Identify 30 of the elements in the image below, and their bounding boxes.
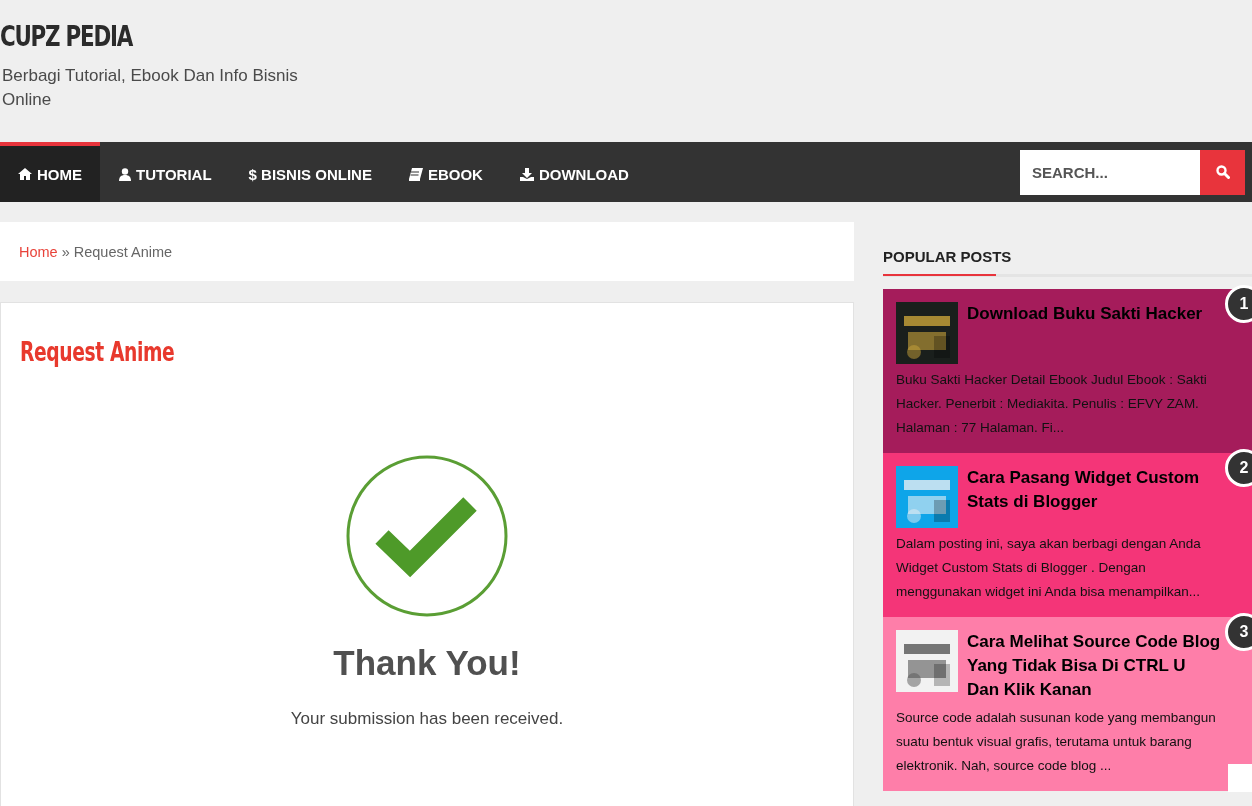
widget-title: POPULAR POSTS [883, 248, 1013, 267]
nav-link[interactable]: EBOOK [390, 142, 501, 202]
nav-link[interactable]: DOWNLOAD [501, 142, 647, 202]
nav-link[interactable]: $ BISNIS ONLINE [230, 142, 390, 202]
home-icon [18, 168, 32, 180]
search-field[interactable]: SEARCH... [1020, 149, 1200, 195]
rank-badge: 3 [1225, 613, 1252, 651]
site-tagline: Berbagi Tutorial, Ebook Dan Info Bisnis Online [2, 65, 299, 111]
rank-badge: 2 [1225, 449, 1252, 487]
rank-badge: 1 [1225, 285, 1252, 323]
post-excerpt: Dalam posting ini, saya akan berbagi dengan Anda Widget Custom Stats di Blogger . Dengan menggunakan widget ini Anda bisa menampilkan... [896, 535, 1202, 601]
page-title: Request Anime [20, 337, 175, 367]
checkmark-icon [346, 455, 508, 617]
download-icon [519, 167, 534, 181]
post-title[interactable]: Cara Pasang Widget Custom Stats di Blogger [967, 466, 1221, 514]
breadcrumb-separator: » [61, 243, 70, 260]
nav-link[interactable]: TUTORIAL [101, 142, 230, 202]
search-button[interactable] [1200, 149, 1245, 195]
book-icon [408, 167, 423, 181]
nav-link[interactable]: HOME [0, 142, 100, 202]
thank-you-heading: Thank You! [333, 643, 521, 683]
post-excerpt: Source code adalah susunan kode yang membangun suatu bentuk visual grafis, terutama untuk barang elektronik. Nah, source code blog ... [896, 709, 1217, 775]
breadcrumb-link[interactable]: Home [19, 243, 58, 260]
post-title[interactable]: Cara Melihat Source Code Blog Yang Tidak Bisa Di CTRL U Dan Klik Kanan [967, 630, 1221, 702]
user-icon [119, 167, 131, 181]
submission-message: Your submission has been received. [290, 709, 564, 729]
site-title[interactable]: CUPZ PEDIA [0, 18, 132, 54]
search-icon [1215, 165, 1230, 179]
breadcrumb-current: Request Anime [73, 243, 173, 260]
post-excerpt: Buku Sakti Hacker Detail Ebook Judul Ebook : Sakti Hacker. Penerbit : Mediakita. Penulis : EFVY ZAM. Halaman : 77 Halaman. Fi... [896, 371, 1208, 437]
